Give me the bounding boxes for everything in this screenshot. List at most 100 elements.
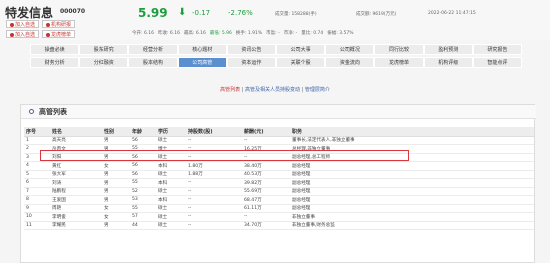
link-management-intro[interactable]: 管理层简介	[305, 87, 330, 93]
stat-item: 振幅: 3.57%	[327, 31, 354, 36]
table-row: 10 李明俊女 57 硕士 -- -- 非独立董事	[24, 212, 534, 222]
table-cell: 非独立董事,财务总监	[290, 221, 534, 230]
nav-tab[interactable]: 盈利预测	[423, 44, 473, 55]
table-cell: 68.47万	[242, 195, 290, 205]
link-exec-list[interactable]: 高管列表	[220, 87, 240, 93]
table-cell: --	[186, 204, 242, 213]
table-cell: 55	[130, 204, 156, 213]
nav-tab[interactable]: 资讯公告	[226, 44, 277, 55]
panel-title: 高管列表	[39, 108, 67, 116]
column-header: 姓名	[50, 127, 102, 137]
table-cell: 39.82万	[242, 178, 290, 188]
org-report-button[interactable]: 机构研报	[42, 20, 76, 28]
table-cell: --	[186, 221, 242, 230]
table-row: 8 王爱国男 53 本科 -- 68.47万 副总经理	[24, 195, 534, 205]
nav-tab[interactable]: 核心题材	[177, 44, 227, 55]
table-cell: 7	[24, 187, 50, 196]
page: 特发信息 000070 加入自选 机构研报 加入自选 龙虎榜单 5.99 ⬇ -…	[0, 0, 550, 263]
table-cell: 53	[130, 195, 156, 205]
add-watchlist-button-2[interactable]: 加入自选	[6, 30, 40, 38]
nav-tab[interactable]: 经营分析	[128, 44, 178, 55]
nav-tab[interactable]: 财务分析	[30, 57, 80, 68]
table-cell: 4	[24, 161, 50, 171]
table-cell: 55	[130, 178, 156, 188]
volume: 成交量: 158288(手)	[275, 12, 317, 17]
table-cell: 高天亮	[50, 136, 102, 145]
panel-title-bar: 高管列表	[21, 105, 536, 119]
section-nav: 操盘必读 股东研究 经营分析 核心题材 资讯公告 公司大事 公司概况 同行比较 盈利预测 研究报告…	[30, 44, 523, 70]
nav-tab[interactable]: 资金流向	[325, 57, 375, 68]
table-cell: --	[186, 195, 242, 205]
stat-item: 换手: 1.91%	[235, 31, 263, 36]
table-cell: 李耀民	[50, 221, 102, 230]
table-cell: 董事长,法定代表人,非独立董事	[290, 136, 534, 145]
nav-tab[interactable]: 公司概况	[325, 44, 375, 55]
table-cell: --	[186, 178, 242, 188]
table-cell: 李明俊	[50, 212, 102, 222]
table-cell: 男	[102, 187, 130, 196]
table-cell: 11	[24, 221, 50, 230]
table-cell: 1.88万	[186, 170, 242, 179]
table-cell: 34.70万	[242, 221, 290, 230]
table-cell: 56	[130, 136, 156, 145]
table-cell: 40.53万	[242, 170, 290, 179]
table-cell: 硕士	[156, 221, 186, 230]
table-cell: 王爱国	[50, 195, 102, 205]
nav-tab[interactable]: 操盘必读	[30, 44, 80, 55]
nav-tab[interactable]: 关联个股	[276, 57, 326, 68]
column-header: 序号	[24, 127, 50, 137]
nav-tab[interactable]: 研究报告	[472, 44, 523, 55]
separator: |	[241, 87, 244, 93]
price-change: -0.17	[192, 9, 211, 17]
column-header: 年龄	[130, 127, 156, 137]
nav-tab[interactable]: 公司大事	[276, 44, 326, 55]
column-header: 薪酬(元)	[242, 127, 290, 137]
exec-table: 序号 姓名 性别 年龄 学历 持股数(股) 薪酬(元) 职务 1 高天亮男 56 硕士 -- -- 董事长…	[24, 127, 534, 230]
table-cell: 硕士	[156, 187, 186, 196]
nav-tab[interactable]: 公司高管	[177, 57, 227, 68]
table-cell: --	[186, 136, 242, 145]
stock-code: 000070	[60, 8, 86, 15]
column-header: 职务	[290, 127, 534, 137]
nav-tab[interactable]: 同行比较	[374, 44, 424, 55]
plus-icon	[10, 32, 14, 37]
timestamp: 2022-06-22 11:47:15	[428, 11, 476, 16]
table-cell: 女	[102, 204, 130, 213]
nav-row-2: 财务分析 分红融资 股本结构 公司高管 资本运作 关联个股 资金流向 龙虎榜单 机构评级 智能点评	[30, 57, 523, 68]
nav-tab[interactable]: 机构评级	[423, 57, 473, 68]
table-cell: --	[186, 212, 242, 222]
table-cell: 55.69万	[242, 187, 290, 196]
table-row: 6 刘涛男 55 本科 -- 39.82万 副总经理	[24, 178, 534, 188]
table-cell: 副总经理	[290, 161, 534, 171]
table-cell: 硕士	[156, 204, 186, 213]
stat-item: 市净: -	[283, 31, 298, 36]
bullet-icon	[29, 109, 34, 114]
nav-tab[interactable]: 股东研究	[79, 44, 129, 55]
nav-tab[interactable]: 股本结构	[128, 57, 178, 68]
add-watchlist-button[interactable]: 加入自选	[6, 20, 40, 28]
price-change-pct: -2.76%	[228, 9, 253, 17]
nav-tab[interactable]: 分红融资	[79, 57, 129, 68]
nav-tab[interactable]: 资本运作	[226, 57, 277, 68]
table-cell: 1	[24, 136, 50, 145]
report-icon	[46, 22, 50, 27]
table-cell: 副总经理	[290, 170, 534, 179]
stat-item: 市盈: -	[266, 31, 280, 36]
table-cell: 黄红	[50, 161, 102, 171]
table-cell: --	[242, 136, 290, 145]
table-cell: 女	[102, 161, 130, 171]
table-cell: 硕士	[156, 170, 186, 179]
nav-tab[interactable]: 智能点评	[472, 57, 523, 68]
table-cell: 硕士	[156, 212, 186, 222]
table-cell: 5	[24, 170, 50, 179]
table-cell: 1.80万	[186, 161, 242, 171]
table-cell: 女	[102, 212, 130, 222]
nav-tab[interactable]: 龙虎榜单	[374, 57, 424, 68]
table-cell: 8	[24, 195, 50, 205]
table-cell: 本科	[156, 178, 186, 188]
link-holding-changes[interactable]: 高管及相关人员持股变动	[245, 87, 300, 93]
stat-item: 最低: 5.96	[209, 31, 232, 36]
stock-name: 特发信息	[5, 6, 54, 20]
table-cell: 硕士	[156, 136, 186, 145]
dragon-tiger-button[interactable]: 龙虎榜单	[42, 30, 76, 38]
